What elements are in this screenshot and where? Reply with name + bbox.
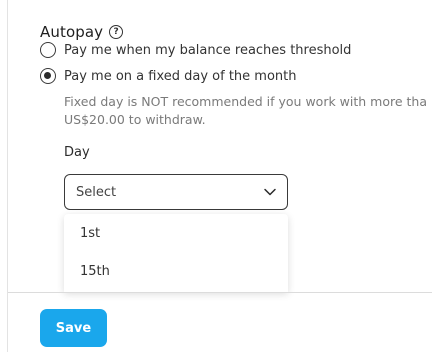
help-question-icon[interactable]: ? (109, 25, 124, 39)
radio-button-threshold[interactable] (40, 42, 56, 58)
chevron-down-icon (263, 185, 277, 199)
radio-label-threshold: Pay me when my balance reaches threshold (64, 42, 352, 58)
day-dropdown-menu: 1st 15th (64, 214, 288, 292)
save-button[interactable]: Save (40, 309, 107, 347)
hint-line-2: US$20.00 to withdraw. (64, 112, 206, 127)
fixed-day-hint: Fixed day is NOT recommended if you work… (64, 93, 432, 129)
autopay-title: Autopay (40, 23, 104, 41)
footer-divider (8, 292, 432, 293)
radio-option-threshold[interactable]: Pay me when my balance reaches threshold (40, 41, 351, 59)
radio-option-fixed-day[interactable]: Pay me on a fixed day of the month (40, 67, 297, 85)
dropdown-option-15th[interactable]: 15th (64, 252, 288, 290)
dropdown-option-1st[interactable]: 1st (64, 214, 288, 252)
hint-line-1: Fixed day is NOT recommended if you work… (64, 94, 428, 109)
autopay-section: Autopay ? Pay me when my balance reaches… (0, 0, 432, 292)
day-field-label: Day (64, 145, 90, 160)
radio-label-fixed-day: Pay me on a fixed day of the month (64, 68, 297, 84)
radio-button-fixed-day[interactable] (40, 68, 56, 84)
day-select-value: Select (76, 184, 117, 200)
autopay-heading: Autopay ? (40, 21, 124, 43)
day-select[interactable]: Select (64, 174, 288, 210)
